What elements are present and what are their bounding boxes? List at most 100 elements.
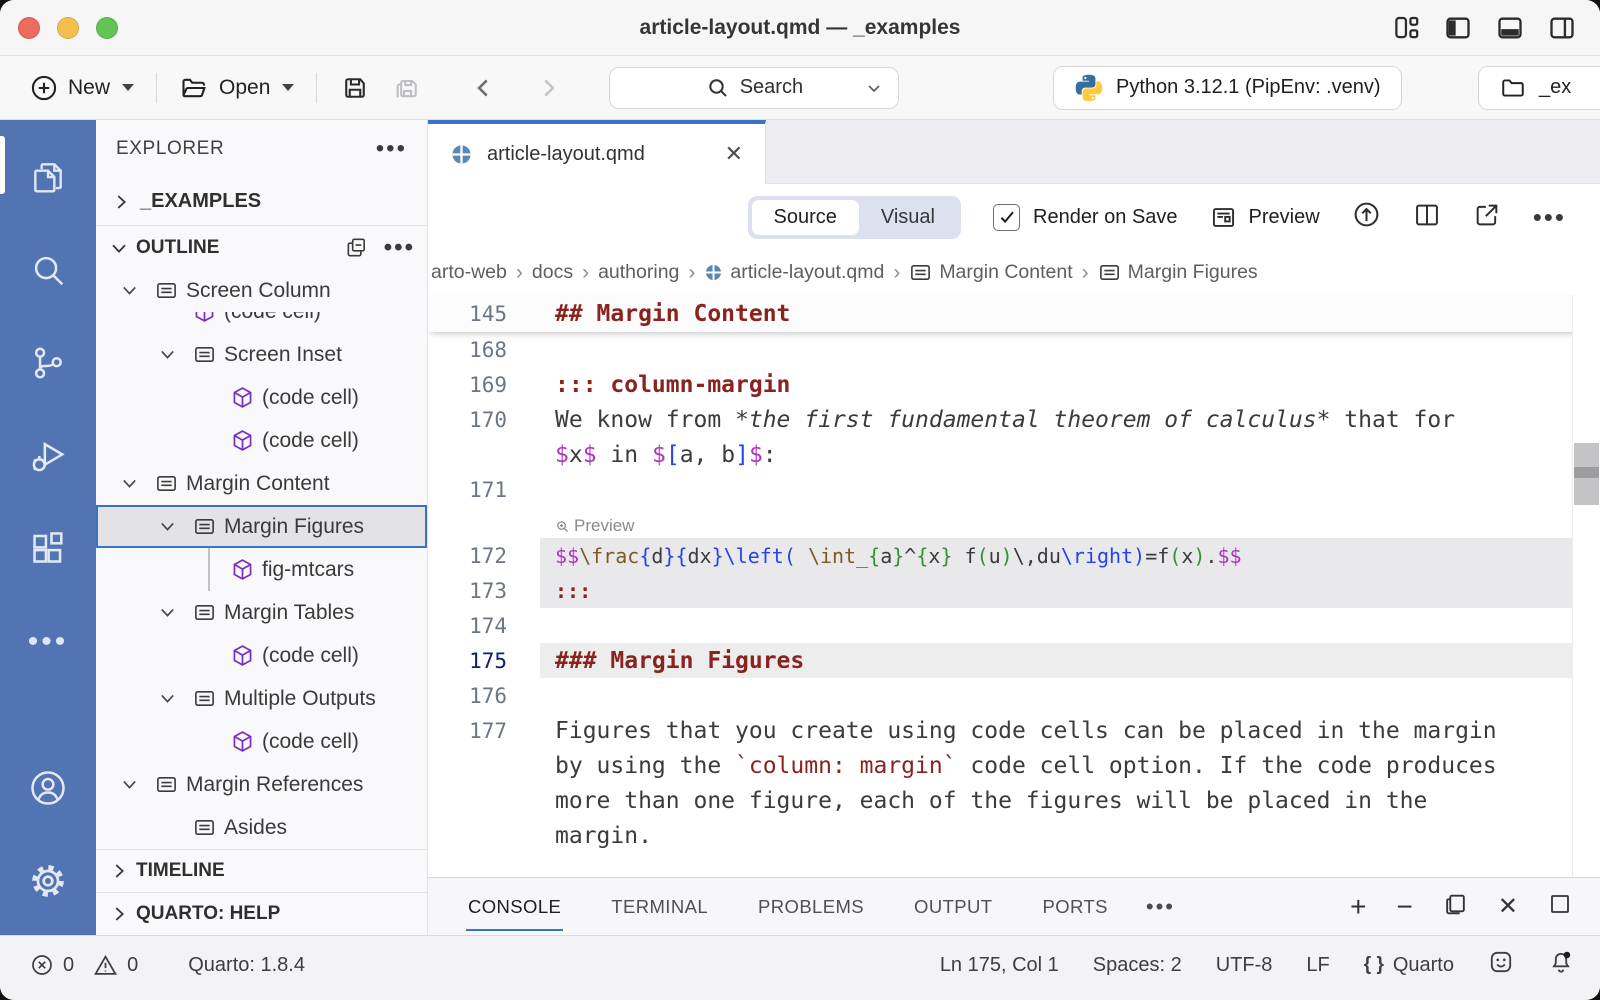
- outline-item--code-cell-[interactable]: (code cell): [96, 376, 427, 419]
- code-editor[interactable]: 145## Margin Content 168169::: column-ma…: [428, 295, 1600, 877]
- outline-item--code-cell-[interactable]: (code cell): [96, 634, 427, 677]
- outline-item-margin-tables[interactable]: Margin Tables: [96, 591, 427, 634]
- customize-layout-icon[interactable]: [1393, 14, 1420, 41]
- split-editor-icon[interactable]: [1413, 201, 1441, 234]
- editor-scrollbar[interactable]: [1572, 295, 1600, 877]
- breadcrumb-item[interactable]: article-layout.qmd: [704, 261, 884, 284]
- code-line-177[interactable]: 177Figures that you create using code ce…: [428, 713, 1600, 748]
- code-line-wrap[interactable]: margin.: [428, 818, 1600, 853]
- language-mode-status[interactable]: { } Quarto: [1364, 954, 1454, 977]
- save-all-button[interactable]: [381, 74, 433, 102]
- navigate-back-button[interactable]: [459, 75, 509, 101]
- toggle-left-sidebar-icon[interactable]: [1444, 14, 1472, 42]
- outline-item--code-cell-[interactable]: (code cell): [96, 720, 427, 763]
- panel-tab-ports[interactable]: PORTS: [1041, 882, 1110, 931]
- interpreter-selector[interactable]: Python 3.12.1 (PipEnv: .venv): [1053, 66, 1402, 110]
- outline-item-margin-references[interactable]: Margin References: [96, 763, 427, 806]
- breadcrumb-item[interactable]: arto-web: [431, 261, 507, 284]
- open-external-icon[interactable]: [1473, 201, 1501, 234]
- outline-more-actions-icon[interactable]: •••: [384, 234, 415, 262]
- sticky-scroll-line[interactable]: 145## Margin Content: [428, 295, 1600, 332]
- quarto-help-section-header[interactable]: QUARTO: HELP: [96, 892, 427, 935]
- timeline-section-header[interactable]: TIMELINE: [96, 849, 427, 892]
- quarto-version-status[interactable]: Quarto: 1.8.4: [188, 954, 305, 977]
- more-views-icon[interactable]: •••: [0, 612, 96, 672]
- code-line-wrap[interactable]: by using the `column: margin` code cell …: [428, 748, 1600, 783]
- breadcrumb-item[interactable]: Margin Figures: [1098, 261, 1258, 284]
- outline-item-multiple-outputs[interactable]: Multiple Outputs: [96, 677, 427, 720]
- eol-status[interactable]: LF: [1306, 954, 1329, 977]
- toggle-bottom-panel-icon[interactable]: [1496, 14, 1524, 42]
- outline-item--code-cell-[interactable]: (code cell): [96, 419, 427, 462]
- encoding-status[interactable]: UTF-8: [1216, 954, 1273, 977]
- zoom-window-button[interactable]: [96, 17, 118, 39]
- settings-gear-icon[interactable]: [0, 851, 96, 911]
- panel-tab-output[interactable]: OUTPUT: [912, 882, 994, 931]
- notifications-bell-icon[interactable]: [1548, 949, 1574, 981]
- code-line-173[interactable]: 173:::: [428, 573, 1600, 608]
- code-line-171[interactable]: 171: [428, 472, 1600, 507]
- indentation-status[interactable]: Spaces: 2: [1093, 954, 1182, 977]
- collapse-all-icon[interactable]: [345, 236, 368, 259]
- breadcrumb-item[interactable]: Margin Content: [909, 261, 1072, 284]
- outline-item-screen-column[interactable]: Screen Column: [96, 269, 427, 312]
- code-line-172[interactable]: 172$$\frac{d}{dx}\left( \int_{a}^{x} f(u…: [428, 538, 1600, 573]
- code-line-wrap[interactable]: more than one figure, each of the figure…: [428, 783, 1600, 818]
- navigate-forward-button[interactable]: [523, 75, 573, 101]
- panel-minus-icon[interactable]: −: [1397, 893, 1413, 921]
- close-window-button[interactable]: [18, 17, 40, 39]
- panel-maximize-icon[interactable]: [1548, 892, 1572, 921]
- outline-item--code-cell-[interactable]: (code cell): [96, 312, 427, 333]
- problems-status[interactable]: 0 0: [30, 953, 138, 978]
- outline-item-asides[interactable]: Asides: [96, 806, 427, 849]
- open-button[interactable]: Open: [169, 74, 304, 102]
- code-line-175[interactable]: 175### Margin Figures: [428, 643, 1600, 678]
- breadcrumb-item[interactable]: authoring: [598, 261, 679, 284]
- panel-tab-console[interactable]: CONSOLE: [466, 882, 563, 931]
- panel-tab-problems[interactable]: PROBLEMS: [756, 882, 866, 931]
- close-tab-icon[interactable]: ✕: [725, 141, 743, 167]
- account-icon[interactable]: [0, 758, 96, 818]
- panel-close-icon[interactable]: ✕: [1498, 895, 1518, 919]
- panel-split-icon[interactable]: [1443, 892, 1468, 922]
- code-line-wrap[interactable]: $x$ in $[a, b]$:: [428, 437, 1600, 472]
- search-view-icon[interactable]: [0, 240, 96, 300]
- render-on-save-checkbox[interactable]: [993, 204, 1020, 231]
- extensions-view-icon[interactable]: [0, 519, 96, 579]
- toggle-right-sidebar-icon[interactable]: [1548, 14, 1576, 42]
- panel-tab-terminal[interactable]: TERMINAL: [609, 882, 710, 931]
- outline-item-margin-figures[interactable]: Margin Figures: [96, 505, 427, 548]
- feedback-smiley-icon[interactable]: [1488, 949, 1514, 981]
- workspace-section-examples[interactable]: _EXAMPLES: [96, 178, 427, 226]
- new-button[interactable]: New: [20, 74, 144, 102]
- run-debug-view-icon[interactable]: [0, 426, 96, 486]
- save-button[interactable]: [329, 74, 381, 102]
- preview-button[interactable]: Preview: [1210, 204, 1320, 231]
- code-line-170[interactable]: 170We know from *the first fundamental t…: [428, 402, 1600, 437]
- minimize-window-button[interactable]: [57, 17, 79, 39]
- outline-item-fig-mtcars[interactable]: fig-mtcars: [96, 548, 427, 591]
- editor-more-actions-icon[interactable]: •••: [1533, 202, 1566, 233]
- explorer-view-icon[interactable]: [0, 147, 96, 207]
- outline-section-header[interactable]: OUTLINE •••: [96, 226, 427, 269]
- mode-source-button[interactable]: Source: [752, 200, 859, 235]
- cursor-position-status[interactable]: Ln 175, Col 1: [940, 954, 1059, 977]
- code-line-168[interactable]: 168: [428, 332, 1600, 367]
- breadcrumb-item[interactable]: docs: [532, 261, 573, 284]
- outline-item-screen-inset[interactable]: Screen Inset: [96, 333, 427, 376]
- source-control-view-icon[interactable]: [0, 333, 96, 393]
- math-preview-lens[interactable]: Preview: [428, 507, 1600, 538]
- scrollbar-thumb[interactable]: [1574, 443, 1599, 505]
- project-button[interactable]: _ex: [1478, 66, 1600, 110]
- code-line-169[interactable]: 169::: column-margin: [428, 367, 1600, 402]
- panel-more-tabs-icon[interactable]: •••: [1146, 894, 1175, 920]
- editor-tab-article-layout[interactable]: article-layout.qmd ✕: [428, 120, 766, 184]
- search-input[interactable]: Search: [609, 67, 899, 109]
- code-line-176[interactable]: 176: [428, 678, 1600, 713]
- outline-item-margin-content[interactable]: Margin Content: [96, 462, 427, 505]
- mode-visual-button[interactable]: Visual: [859, 200, 957, 235]
- panel-plus-icon[interactable]: +: [1350, 893, 1366, 921]
- publish-icon[interactable]: [1352, 200, 1381, 234]
- explorer-more-actions-icon[interactable]: •••: [376, 135, 407, 163]
- code-line-174[interactable]: 174: [428, 608, 1600, 643]
